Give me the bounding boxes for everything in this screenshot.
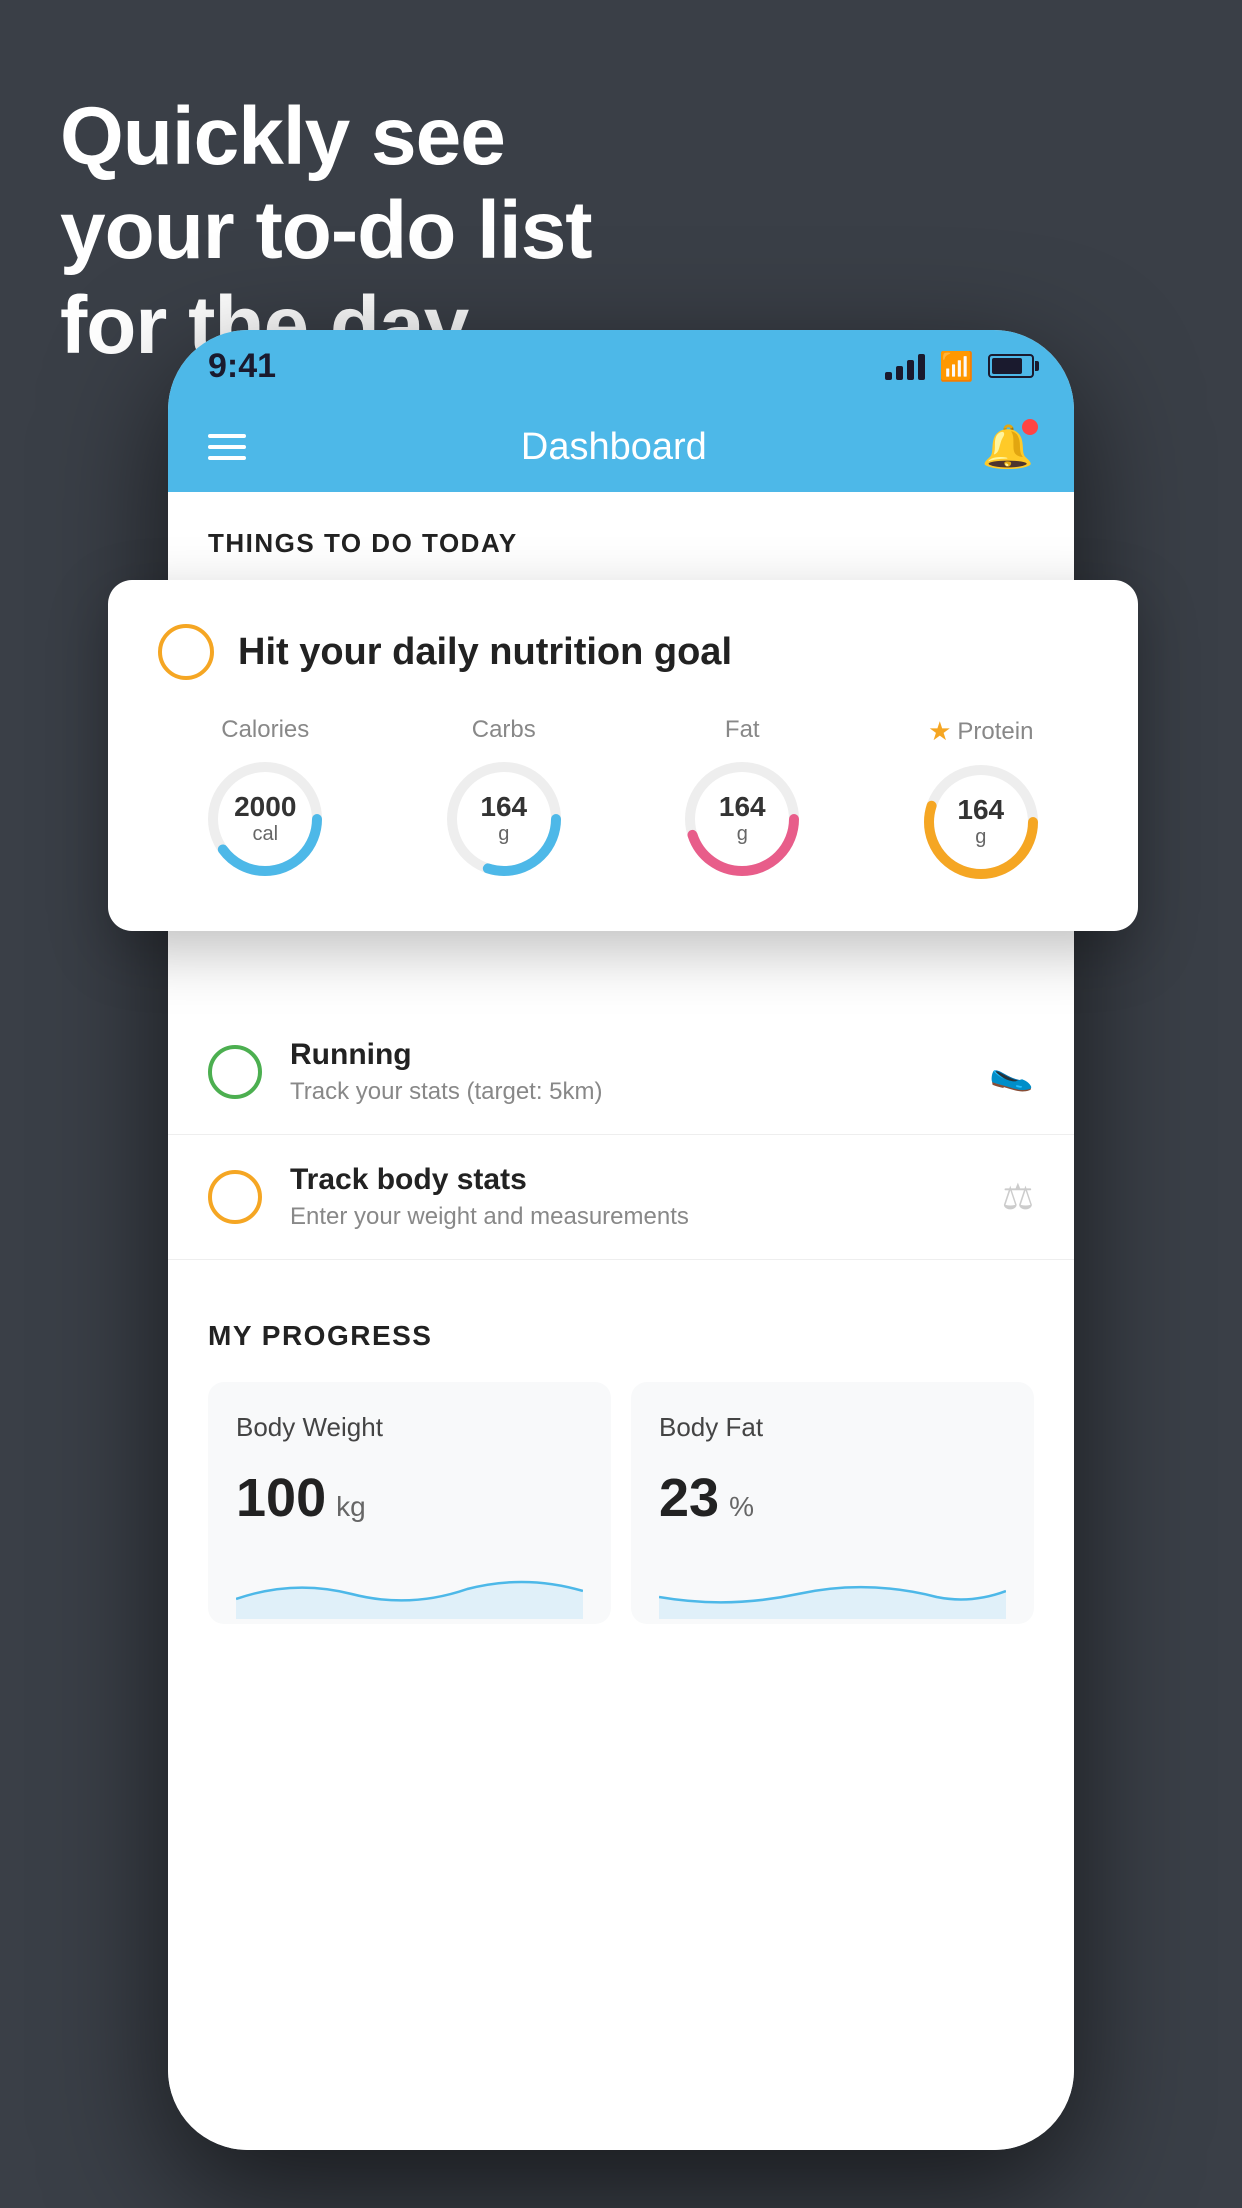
hamburger-menu[interactable] — [208, 434, 246, 460]
task-circle-nutrition[interactable] — [158, 624, 214, 680]
todo-info: Running Track your stats (target: 5km) — [290, 1038, 961, 1106]
card-title: Hit your daily nutrition goal — [238, 631, 732, 674]
nutrition-row: Calories 2000 cal Carbs 164 g Fat — [158, 716, 1088, 887]
wave-chart — [659, 1559, 1006, 1619]
todo-item-0[interactable]: Running Track your stats (target: 5km) 🥿 — [168, 1010, 1074, 1135]
status-icons: 📶 — [885, 350, 1034, 383]
progress-card-1[interactable]: Body Fat 23 % — [631, 1382, 1034, 1624]
todo-type-icon: ⚖ — [1002, 1176, 1034, 1218]
todo-circle — [208, 1045, 262, 1099]
battery-icon — [988, 354, 1034, 378]
todo-name: Running — [290, 1038, 961, 1072]
todo-sub: Enter your weight and measurements — [290, 1203, 974, 1231]
notification-dot — [1022, 419, 1038, 435]
nutrition-label: Carbs — [472, 716, 536, 744]
donut-value: 2000 — [234, 792, 296, 823]
wave-chart — [236, 1559, 583, 1619]
donut-value: 164 — [957, 795, 1004, 826]
nutrition-item-fat: Fat 164 g — [677, 716, 807, 887]
donut-chart: 164 g — [439, 754, 569, 884]
todo-sub: Track your stats (target: 5km) — [290, 1078, 961, 1106]
progress-card-unit: % — [729, 1491, 754, 1523]
wifi-icon: 📶 — [939, 350, 974, 383]
todo-info: Track body stats Enter your weight and m… — [290, 1163, 974, 1231]
nutrition-card: Hit your daily nutrition goal Calories 2… — [108, 580, 1138, 931]
donut-unit: g — [957, 826, 1004, 849]
donut-unit: cal — [234, 823, 296, 846]
donut-unit: g — [719, 823, 766, 846]
donut-unit: g — [480, 823, 527, 846]
progress-card-title: Body Weight — [236, 1412, 583, 1443]
progress-card-0[interactable]: Body Weight 100 kg — [208, 1382, 611, 1624]
nutrition-item-calories: Calories 2000 cal — [200, 716, 330, 887]
todo-name: Track body stats — [290, 1163, 974, 1197]
nutrition-item-protein: ★Protein 164 g — [916, 716, 1046, 887]
donut-value: 164 — [480, 792, 527, 823]
todo-circle — [208, 1170, 262, 1224]
progress-card-unit: kg — [336, 1491, 366, 1523]
status-time: 9:41 — [208, 347, 276, 386]
progress-card-title: Body Fat — [659, 1412, 1006, 1443]
progress-card-value: 100 kg — [236, 1467, 583, 1529]
nav-title: Dashboard — [521, 426, 707, 469]
todo-type-icon: 🥿 — [989, 1051, 1034, 1093]
progress-card-value: 23 % — [659, 1467, 1006, 1529]
progress-cards: Body Weight 100 kg Body Fat 23 % — [208, 1382, 1034, 1624]
nutrition-label: Calories — [221, 716, 309, 744]
donut-chart: 164 g — [916, 757, 1046, 887]
todo-item-1[interactable]: Track body stats Enter your weight and m… — [168, 1135, 1074, 1260]
section-header: THINGS TO DO TODAY — [168, 492, 1074, 579]
status-bar: 9:41 📶 — [168, 330, 1074, 402]
donut-chart: 2000 cal — [200, 754, 330, 884]
nutrition-label: ★Protein — [928, 716, 1033, 747]
nav-bar: Dashboard 🔔 — [168, 402, 1074, 492]
donut-value: 164 — [719, 792, 766, 823]
nutrition-item-carbs: Carbs 164 g — [439, 716, 569, 887]
signal-icon — [885, 352, 925, 380]
bell-icon[interactable]: 🔔 — [982, 423, 1034, 472]
donut-chart: 164 g — [677, 754, 807, 884]
progress-title: MY PROGRESS — [208, 1320, 1034, 1352]
nutrition-label: Fat — [725, 716, 760, 744]
progress-section: MY PROGRESS Body Weight 100 kg Body Fat … — [168, 1280, 1074, 1664]
